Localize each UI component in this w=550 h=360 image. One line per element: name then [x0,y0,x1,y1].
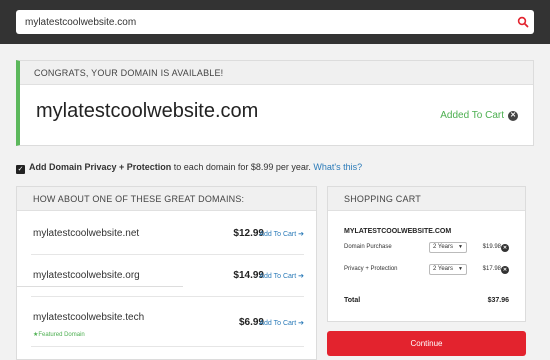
top-bar [0,0,550,44]
suggestion-row: mylatestcoolwebsite.net $12.99 Add To Ca… [31,212,304,255]
add-to-cart-link[interactable]: Add To Cart ➔ [259,319,304,327]
suggestion-row: mylatestcoolwebsite.org $14.99 Add To Ca… [31,255,304,297]
arrow-right-icon: ➔ [298,273,304,280]
whats-this-link[interactable]: What's this? [313,162,362,172]
add-to-cart-label: Add To Cart [259,231,297,238]
cart-domain-name: MYLATESTCOOLWEBSITE.COM [344,228,452,235]
privacy-option: ✓ Add Domain Privacy + Protection to each… [16,161,362,174]
featured-label: Featured Domain [38,332,85,338]
suggestion-row: mylatestcoolwebsite.tech ★Featured Domai… [31,297,304,347]
suggestion-domain-name: mylatestcoolwebsite.net [33,228,140,239]
remove-from-cart-icon[interactable]: ✕ [508,111,518,121]
featured-badge: ★Featured Domain [33,331,85,338]
cart-header: SHOPPING CART [328,187,525,211]
search-icon[interactable] [517,16,529,28]
cart-line-price: $17.98 [482,266,501,272]
add-to-cart-label: Add To Cart [259,320,297,327]
cart-total-value: $37.96 [487,297,509,304]
cart-line-label: Domain Purchase [344,244,392,250]
suggestion-domain-name: mylatestcoolwebsite.tech [33,312,145,323]
privacy-checkbox[interactable]: ✓ [16,165,25,174]
term-select-value: 2 Years [433,266,454,272]
suggestion-domain-name: mylatestcoolwebsite.org [33,270,140,281]
search-box [16,10,534,34]
cart-divider [16,286,183,287]
remove-item-icon[interactable]: ✕ [501,266,509,274]
search-input[interactable] [25,10,505,34]
term-select[interactable]: 2 Years ▼ [429,242,467,253]
add-to-cart-link[interactable]: Add To Cart ➔ [259,230,304,238]
add-to-cart-label: Add To Cart [259,273,297,280]
dropdown-arrow-icon: ▼ [458,244,463,250]
cart-total-label: Total [344,297,361,304]
cart-line-label: Privacy + Protection [344,266,398,272]
privacy-label-bold: Add Domain Privacy + Protection [29,162,172,172]
continue-button[interactable]: Continue [327,331,526,356]
dropdown-arrow-icon: ▼ [458,266,463,272]
availability-header: CONGRATS, YOUR DOMAIN IS AVAILABLE! [20,61,533,85]
domain-available-card: CONGRATS, YOUR DOMAIN IS AVAILABLE! myla… [16,60,534,146]
suggested-domains-card: HOW ABOUT ONE OF THESE GREAT DOMAINS: my… [16,186,317,360]
arrow-right-icon: ➔ [298,231,304,238]
add-to-cart-link[interactable]: Add To Cart ➔ [259,272,304,280]
suggestions-header: HOW ABOUT ONE OF THESE GREAT DOMAINS: [17,187,316,211]
arrow-right-icon: ➔ [298,320,304,327]
privacy-label-text: to each domain for $8.99 per year. [171,162,314,172]
shopping-cart-card: SHOPPING CART MYLATESTCOOLWEBSITE.COM Do… [327,186,526,322]
term-select-value: 2 Years [433,244,454,250]
term-select[interactable]: 2 Years ▼ [429,264,467,275]
available-domain-name: mylatestcoolwebsite.com [36,100,259,122]
cart-line-price: $19.98 [482,244,501,250]
remove-item-icon[interactable]: ✕ [501,244,509,252]
added-to-cart-label: Added To Cart [440,110,504,121]
